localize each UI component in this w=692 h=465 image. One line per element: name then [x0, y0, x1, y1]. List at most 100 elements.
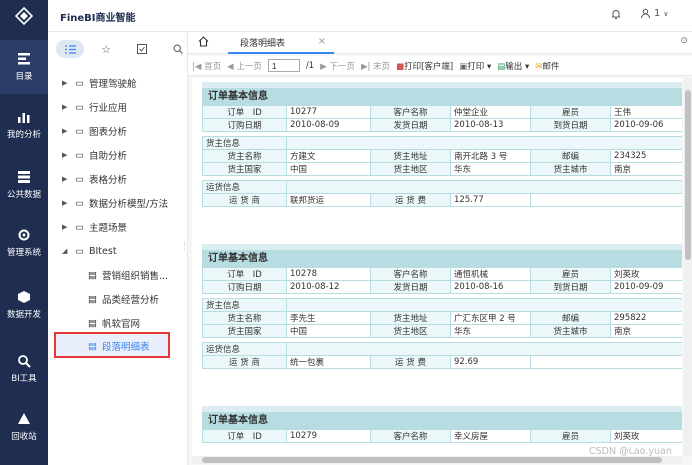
tab-report[interactable]: 段落明细表 × [228, 32, 334, 54]
cell-value: 92.69 [450, 355, 531, 369]
print-client-button[interactable]: ■打印[客户端] [396, 60, 453, 72]
tree-report[interactable]: ▤ 品类经营分析 [88, 290, 159, 308]
report-label: 营销组织销售... [101, 271, 169, 282]
bell-icon[interactable] [610, 8, 622, 20]
tree-report[interactable]: ▤ 帆软官网 [88, 314, 140, 332]
mail-button[interactable]: ✉邮件 [535, 60, 559, 72]
nav-label: 回收站 [11, 432, 37, 442]
nav-bi-tools[interactable]: BI工具 [0, 342, 48, 396]
cell-label: 发货日期 [370, 118, 451, 132]
folder-icon: ▭ [75, 77, 84, 89]
cell-label: 货主地区 [370, 162, 451, 176]
prev-page-button[interactable]: ◀ 上一页 [227, 60, 262, 72]
cell-value: 南京 [609, 324, 682, 338]
vertical-scrollbar[interactable] [684, 78, 692, 456]
next-label: 下一页 [329, 61, 355, 72]
cell-value: 通恒机械 [450, 267, 531, 281]
cell-label: 运 货 商 [202, 193, 287, 207]
tree-folder[interactable]: ▶ ▭ 自助分析 [62, 146, 127, 164]
cell-label: 发货日期 [370, 280, 451, 294]
close-icon[interactable]: × [318, 36, 326, 47]
cell-value: 刘英玫 [610, 267, 682, 281]
tree-report[interactable]: ▤ 营销组织销售... [88, 266, 168, 284]
nav-public-data[interactable]: 公共数据 [0, 158, 48, 212]
more-icon[interactable]: ⊙ [680, 36, 688, 46]
cell-value: 10279 [286, 429, 371, 443]
top-bar: FineBI商业智能 1 ∨ [0, 0, 692, 32]
section-label: 货主信息 [202, 298, 287, 312]
cell-label: 客户名称 [370, 267, 451, 281]
nav-management[interactable]: 管理系统 [0, 216, 48, 270]
list-icon[interactable] [56, 40, 84, 58]
cell-label: 运 货 费 [370, 355, 451, 369]
tree-folder-open[interactable]: ◢ ▭ BItest [62, 242, 117, 260]
report-icon: ▤ [88, 317, 97, 329]
nav-label: 目录 [15, 72, 33, 82]
cell-value: 南开北路 3 号 [450, 149, 531, 163]
scroll-thumb[interactable] [202, 457, 662, 463]
cell-label: 货主名称 [202, 311, 287, 325]
nav-label: 数据开发 [6, 310, 41, 320]
cell-label: 雇员 [530, 105, 611, 119]
folder-label: BItest [88, 245, 117, 257]
first-page-button[interactable]: |◀ 首页 [192, 60, 221, 72]
star-icon[interactable]: ☆ [92, 40, 120, 58]
cell-label: 雇员 [530, 429, 611, 443]
report-icon: ▤ [88, 269, 97, 281]
print-button[interactable]: ▣打印 ▾ [459, 60, 491, 72]
home-icon[interactable] [198, 36, 209, 50]
logo-icon[interactable] [0, 0, 48, 32]
cell-label: 货主城市 [530, 324, 611, 338]
tool-icon [18, 355, 31, 368]
first-label: 首页 [204, 61, 222, 72]
scroll-thumb[interactable] [685, 90, 691, 260]
tree-folder[interactable]: ▶ ▭ 表格分析 [62, 170, 127, 188]
page-number-input[interactable] [267, 59, 300, 72]
report-sheet: 订单基本信息 订单 ID 10277 客户名称 仲堂企业 雇员 王伟 订购日期 2010-0… [192, 78, 682, 456]
cell-label: 货主国家 [202, 162, 287, 176]
cell-value: 125.77 [450, 193, 531, 207]
printer-icon: ■ [396, 61, 405, 72]
tab-bar: 段落明细表 × ⊙ [188, 32, 692, 54]
prev-label: 上一页 [236, 61, 262, 72]
transport-table: 运货信息 运 货 商统一包裹运 货 费 92.69 [202, 342, 682, 369]
cell-value: 234325 [609, 149, 682, 163]
nav-catalog[interactable]: 目录 [0, 40, 48, 94]
last-label: 末页 [373, 61, 391, 72]
nav-my-analysis[interactable]: 我的分析 [0, 98, 48, 152]
last-page-button[interactable]: ▶| 末页 [361, 60, 390, 72]
export-button[interactable]: ▤输出 ▾ [497, 60, 529, 72]
expand-icon: ▶ [62, 223, 68, 231]
folder-label: 表格分析 [88, 175, 127, 186]
shipper-table: 货主信息 货主名称 李先生 货主地址 广汇东区甲 2 号邮编 295822 货主国家 中国… [202, 298, 682, 338]
tree-folder[interactable]: ▶ ▭ 管理驾驶舱 [62, 74, 137, 92]
nav-data-dev[interactable]: 数据开发 [0, 278, 48, 332]
shipper-table: 货主信息 货主名称 方建文 货主地址 南开北路 3 号邮编 234325 货主国家 中国货… [202, 136, 682, 176]
cell-label: 货主名称 [202, 149, 287, 163]
tree-folder[interactable]: ▶ ▭ 主题场景 [62, 218, 127, 236]
order-band-title: 订单基本信息 [202, 406, 682, 429]
user-menu[interactable]: 1 ∨ [640, 8, 669, 19]
cell-label: 订单 ID [202, 105, 287, 119]
tree-report-selected[interactable]: ▤ 段落明细表 [88, 337, 150, 355]
export-label: 输出 [505, 61, 523, 72]
report-toolbar: |◀ 首页 ◀ 上一页 /1 ▶ 下一页 ▶| 末页 ■打印[客户端] ▣打印 … [188, 56, 692, 76]
tree-folder[interactable]: ▶ ▭ 图表分析 [62, 122, 127, 140]
horizontal-scrollbar[interactable] [192, 456, 682, 464]
recycle-icon [18, 413, 30, 424]
expand-icon: ▶ [62, 175, 68, 183]
cell-value: 中国 [286, 162, 371, 176]
chevron-down-icon: ∨ [663, 9, 669, 18]
expand-icon: ▶ [62, 103, 68, 111]
cell-value: 联邦货运 [286, 193, 371, 207]
cell-value: 南京 [609, 162, 682, 176]
checklist-icon[interactable] [128, 40, 156, 58]
order-band-title: 订单基本信息 [202, 244, 682, 267]
folder-label: 图表分析 [88, 127, 127, 138]
report-icon: ▤ [88, 293, 97, 305]
app-title: FineBI商业智能 [60, 13, 136, 24]
tree-folder[interactable]: ▶ ▭ 行业应用 [62, 98, 127, 116]
tree-folder[interactable]: ▶ ▭ 数据分析模型/方法 [62, 194, 168, 212]
next-page-button[interactable]: ▶ 下一页 [320, 60, 355, 72]
nav-recycle-bin[interactable]: 回收站 [0, 400, 48, 454]
